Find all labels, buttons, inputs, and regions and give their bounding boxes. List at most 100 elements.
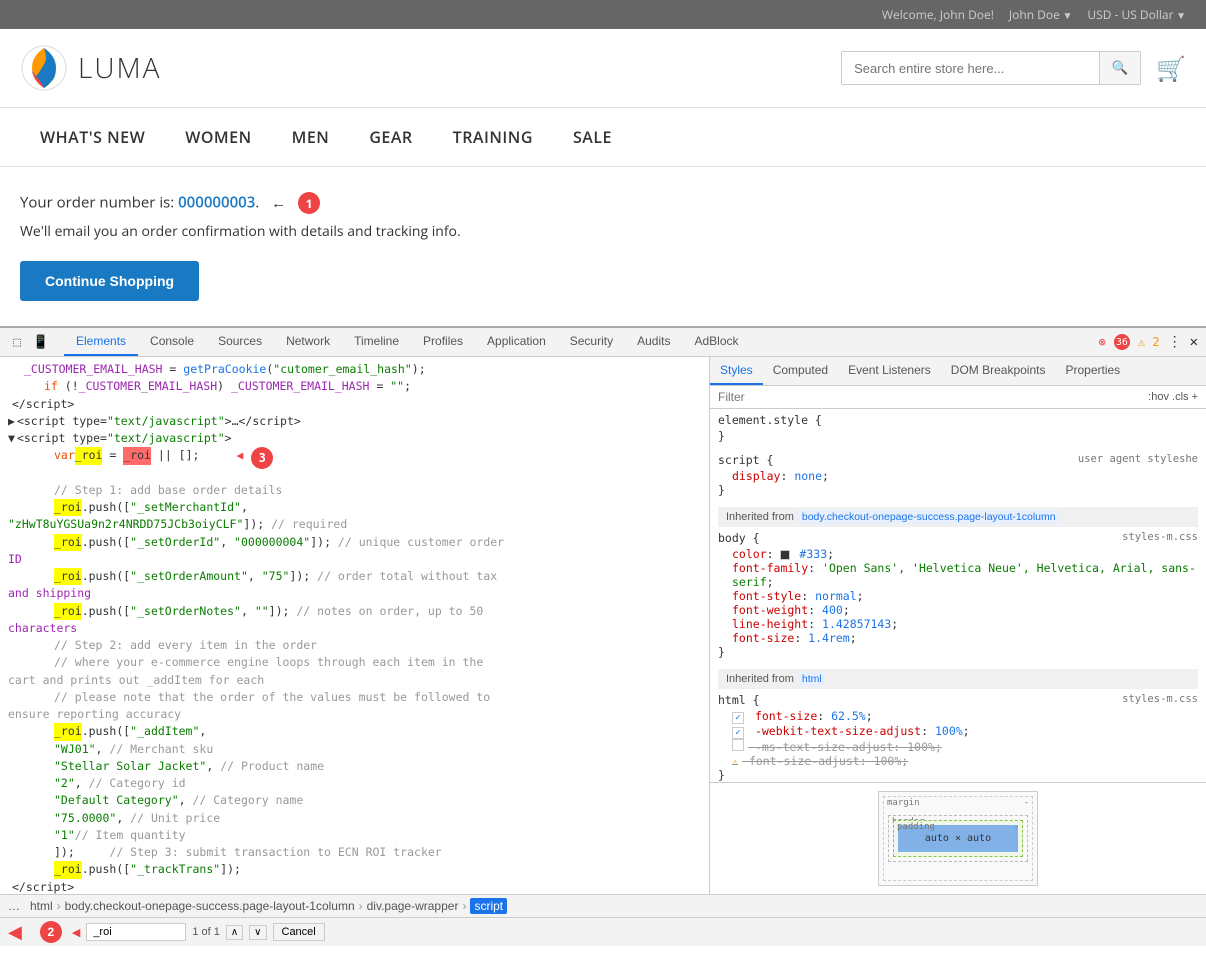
devtools-tabs: Elements Console Sources Network Timelin… [64, 328, 1095, 356]
continue-shopping-button[interactable]: Continue Shopping [20, 261, 199, 301]
search-input-bottom[interactable] [86, 923, 186, 941]
css-prop-font-size: font-size: 1.4rem; [718, 631, 1198, 645]
nav-item-women[interactable]: Women [165, 108, 271, 166]
tab-elements[interactable]: Elements [64, 328, 138, 356]
code-line: _roi.push(["_setOrderId", "000000004"]);… [0, 534, 709, 551]
search-arrow-icon: ◀ [8, 922, 22, 943]
top-bar: Welcome, John Doe! John Doe USD - US Dol… [0, 0, 1206, 29]
css-prop-color: color: #333; [718, 547, 1198, 561]
search-input[interactable] [842, 53, 1098, 84]
tab-network[interactable]: Network [274, 328, 342, 356]
device-mode-icon[interactable]: 📱 [32, 333, 50, 351]
css-prop-line-height: line-height: 1.42857143; [718, 617, 1198, 631]
warning-triangle-icon: ⚠ [732, 757, 738, 768]
css-source-body: styles-m.css [1122, 531, 1198, 543]
code-line: "2", // Category id [0, 775, 709, 792]
css-block-element-style: element.style { } [718, 413, 1198, 443]
code-line: "WJ01", // Merchant sku [0, 741, 709, 758]
nav-item-sale[interactable]: Sale [553, 108, 632, 166]
prev-result-button[interactable]: ∧ [226, 925, 243, 940]
checkbox-webkit-text-size[interactable]: ✓ [732, 727, 744, 739]
code-line: characters [0, 620, 709, 637]
bc-script[interactable]: script [470, 898, 507, 914]
search-bar[interactable]: 🔍 [841, 51, 1141, 85]
cancel-search-button[interactable]: Cancel [273, 923, 325, 941]
annotation-1: 1 [298, 192, 320, 214]
box-margin-value: - [1024, 798, 1029, 808]
order-success-message: Your order number is: 000000003. ← 1 [20, 192, 1186, 214]
tab-adblock[interactable]: AdBlock [682, 328, 750, 356]
css-block-close: } [718, 483, 1198, 497]
tab-console[interactable]: Console [138, 328, 206, 356]
code-line: ▶<script type="text/javascript">…</scrip… [0, 413, 709, 430]
nav-item-men[interactable]: Men [272, 108, 350, 166]
css-prop-font-size-html: ✓ font-size: 62.5%; [718, 709, 1198, 724]
nav-item-gear[interactable]: Gear [349, 108, 432, 166]
code-line: _roi.push(["_trackTrans"]); [0, 861, 709, 878]
css-block-close: } [718, 768, 1198, 782]
css-selector: element.style { [718, 413, 1198, 427]
search-bottom-bar: ◀ 2 ◀ 1 of 1 ∧ ∨ Cancel [0, 917, 1206, 946]
css-block-script: script { user agent styleshe display: no… [718, 453, 1198, 497]
tab-audits[interactable]: Audits [625, 328, 682, 356]
styles-filter-input[interactable] [718, 390, 1148, 404]
css-prop-ms-text-size: -ms-text-size-adjust: 100%; [718, 739, 1198, 754]
tab-profiles[interactable]: Profiles [411, 328, 475, 356]
code-line: "Default Category", // Category name [0, 792, 709, 809]
devtools-main: _CUSTOMER_EMAIL_HASH = getPraCookie("cut… [0, 357, 1206, 894]
currency-dropdown[interactable]: USD - US Dollar [1087, 6, 1186, 23]
cart-icon[interactable]: 🛒 [1156, 52, 1186, 85]
tab-application[interactable]: Application [475, 328, 558, 356]
css-block-body: body { styles-m.css color: #333; font-fa… [718, 531, 1198, 659]
styles-tab-event-listeners[interactable]: Event Listeners [838, 357, 941, 385]
css-prop-display: display: none; [718, 469, 1198, 483]
code-line: ▼<script type="text/javascript"> [0, 430, 709, 447]
tab-timeline[interactable]: Timeline [342, 328, 411, 356]
box-margin: margin - border - padding - auto × auto [883, 796, 1033, 881]
box-padding-label: padding [897, 822, 935, 832]
styles-filter: :hov .cls + [710, 386, 1206, 409]
box-padding: padding - auto × auto [893, 820, 1023, 857]
select-element-icon[interactable]: ⬚ [8, 333, 26, 351]
tab-sources[interactable]: Sources [206, 328, 274, 356]
code-line: "75.0000", // Unit price [0, 810, 709, 827]
order-suffix: . [255, 193, 259, 213]
annotation-3: 3 [251, 447, 273, 469]
more-options-icon[interactable]: ⋮ [1168, 334, 1182, 350]
warning-badge: ⚠ 2 [1138, 335, 1160, 349]
code-line: "Stellar Solar Jacket", // Product name [0, 758, 709, 775]
css-selector-html: html { styles-m.css [718, 693, 1198, 707]
css-prop-font-family: font-family: 'Open Sans', 'Helvetica Neu… [718, 561, 1198, 589]
main-content: Your order number is: 000000003. ← 1 We'… [0, 167, 1206, 326]
styles-tab-computed[interactable]: Computed [763, 357, 838, 385]
styles-tab-dom-breakpoints[interactable]: DOM Breakpoints [941, 357, 1056, 385]
checkbox-ms-text-size[interactable] [732, 739, 744, 751]
checkbox-font-size[interactable]: ✓ [732, 712, 744, 724]
styles-tab-properties[interactable]: Properties [1055, 357, 1130, 385]
inherited-class-body: body.checkout-onepage-success.page-layou… [798, 510, 1060, 524]
devtools-toolbar: ⬚ 📱 Elements Console Sources Network Tim… [0, 328, 1206, 357]
nav-item-whats-new[interactable]: What's New [20, 108, 165, 166]
code-line: _roi.push(["_setOrderAmount", "75"]); //… [0, 568, 709, 585]
user-dropdown[interactable]: John Doe [1009, 6, 1072, 23]
bc-body[interactable]: body.checkout-onepage-success.page-layou… [65, 899, 355, 913]
devtools-panel: ⬚ 📱 Elements Console Sources Network Tim… [0, 326, 1206, 946]
search-button[interactable]: 🔍 [1099, 52, 1141, 84]
bc-div[interactable]: div.page-wrapper [367, 899, 459, 913]
luma-logo-icon [20, 44, 68, 92]
box-model-section: margin - border - padding - auto × auto [710, 782, 1206, 894]
logo[interactable]: LUMA [20, 44, 161, 92]
tab-security[interactable]: Security [558, 328, 625, 356]
close-devtools-icon[interactable]: ✕ [1190, 334, 1198, 350]
css-block-close: } [718, 429, 1198, 443]
styles-tab-styles[interactable]: Styles [710, 357, 763, 385]
styles-panel: Styles Computed Event Listeners DOM Brea… [710, 357, 1206, 894]
order-number: 000000003 [178, 193, 255, 213]
code-line: _CUSTOMER_EMAIL_HASH = getPraCookie("cut… [0, 361, 709, 378]
next-result-button[interactable]: ∨ [249, 925, 266, 940]
nav-item-training[interactable]: Training [433, 108, 553, 166]
css-prop-webkit-text-size: ✓ -webkit-text-size-adjust: 100%; [718, 724, 1198, 739]
code-line: _roi.push(["_setOrderNotes", ""]); // no… [0, 603, 709, 620]
code-line: ]); // Step 3: submit transaction to ECN… [0, 844, 709, 861]
bc-html[interactable]: html [30, 899, 53, 913]
